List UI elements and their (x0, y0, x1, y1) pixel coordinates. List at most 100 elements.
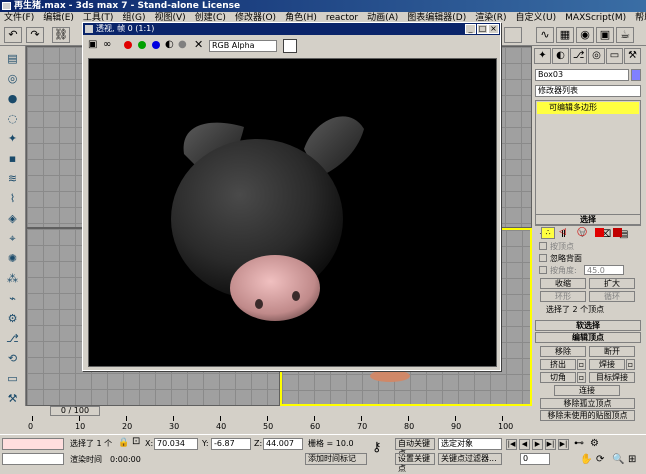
time-slider[interactable]: 0 / 100 (26, 406, 532, 416)
edit-vertices-rollout-header[interactable]: 编辑顶点 (535, 332, 641, 343)
weld-button[interactable]: 焊接 (589, 359, 625, 370)
object-name-field[interactable]: Box03 (535, 69, 629, 81)
maxscript-mini-listener[interactable] (2, 453, 64, 465)
edge-level-icon[interactable]: ◁ (559, 227, 566, 237)
mono-icon[interactable]: ● (178, 39, 187, 50)
redo-icon[interactable]: ↷ (26, 27, 44, 43)
previous-frame-icon[interactable]: ◀ (519, 439, 530, 450)
channel-dropdown[interactable]: RGB Alpha (209, 40, 277, 52)
selected-object-dropdown[interactable]: 选定对象 (438, 438, 502, 450)
spline-icon[interactable]: ≋ (4, 172, 21, 186)
hierarchy-tab-icon[interactable]: ⎇ (570, 48, 587, 64)
remove-button[interactable]: 移除 (540, 346, 586, 357)
remove-unused-map-verts-button[interactable]: 移除未使用的贴图顶点 (540, 410, 635, 421)
connect-button[interactable]: 连接 (554, 385, 620, 396)
soft-selection-rollout-header[interactable]: 软选择 (535, 320, 641, 331)
link-icon[interactable]: ⛓ (52, 27, 70, 43)
key-filters-button[interactable]: 关键点过滤器... (438, 453, 502, 465)
utilities-tab-icon[interactable]: ⚒ (624, 48, 641, 64)
clear-icon[interactable]: ✕ (194, 38, 203, 51)
alpha-channel-icon[interactable]: ◐ (165, 39, 174, 50)
motion-icon[interactable]: ⟲ (4, 352, 21, 366)
modifier-list-dropdown[interactable]: 修改器列表 (535, 85, 641, 97)
display-icon[interactable]: ▭ (4, 372, 21, 386)
absolute-mode-icon[interactable]: ⊡ (132, 437, 140, 447)
green-channel-icon[interactable] (138, 41, 146, 49)
maxscript-listener[interactable] (2, 438, 64, 450)
target-weld-button[interactable]: 目标焊接 (589, 372, 635, 383)
helper-icon[interactable]: ▪ (4, 152, 21, 166)
vertex-level-icon[interactable]: ∴ (541, 227, 555, 239)
hierarchy-icon[interactable]: ⎇ (4, 332, 21, 346)
menu-item[interactable]: 帮助(H) (635, 13, 646, 23)
object-color-swatch[interactable] (631, 69, 641, 81)
polygon-level-icon[interactable] (595, 228, 604, 237)
z-coordinate-field[interactable]: 44.007 (263, 438, 303, 450)
close-button[interactable]: × (488, 24, 499, 34)
pan-icon[interactable]: ✋ (580, 455, 592, 465)
ignore-backfacing-checkbox[interactable] (539, 254, 547, 262)
bone-icon[interactable]: ✦ (4, 132, 21, 146)
by-vertex-checkbox[interactable] (539, 242, 547, 250)
modifier-icon[interactable]: ✺ (4, 252, 21, 266)
clone-window-icon[interactable]: ∞ (103, 39, 111, 50)
camera-icon[interactable]: ⌖ (4, 232, 21, 246)
menu-item[interactable]: 自定义(U) (516, 13, 557, 23)
auto-key-button[interactable]: 自动关键点 (395, 438, 435, 458)
next-frame-icon[interactable]: ▶| (545, 439, 556, 450)
grow-button[interactable]: 扩大 (589, 278, 635, 289)
sphere-icon[interactable]: ● (4, 92, 21, 106)
modify-tab-icon[interactable]: ◐ (552, 48, 569, 64)
shrink-button[interactable]: 收缩 (540, 278, 586, 289)
maximize-viewport-icon[interactable]: ⊞ (628, 455, 636, 465)
cylinder-icon[interactable]: ◎ (4, 72, 21, 86)
angle-spinner[interactable]: 45.0 (584, 265, 624, 275)
light-icon[interactable]: ◈ (4, 212, 21, 226)
by-angle-checkbox[interactable] (539, 266, 547, 274)
extrude-button[interactable]: 挤出 (540, 359, 576, 370)
box-icon[interactable]: ▤ (4, 52, 21, 66)
key-mode-icon[interactable]: ⊷ (574, 439, 584, 449)
loop-button[interactable]: 循环 (589, 291, 635, 302)
stack-item-editable-poly[interactable]: 可编辑多边形 (537, 102, 639, 114)
x-coordinate-field[interactable]: 70.034 (154, 438, 198, 450)
current-frame-field[interactable]: 0 (520, 453, 550, 465)
set-key-button[interactable]: 设置关键点 (395, 453, 435, 473)
undo-icon[interactable]: ↶ (4, 27, 22, 43)
extrude-settings-button[interactable]: ▫ (577, 359, 586, 370)
border-level-icon[interactable]: ◯ (577, 227, 587, 237)
menu-item[interactable]: 编辑(E) (43, 13, 74, 23)
add-time-tag-button[interactable]: 添加时间标记 (305, 453, 367, 465)
lock-selection-icon[interactable]: 🔒 (118, 438, 129, 448)
time-config-icon[interactable]: ⚙ (590, 439, 599, 449)
color-swatch[interactable] (283, 39, 297, 53)
track-bar[interactable]: 0 10 20 30 40 50 60 70 80 90 100 (26, 416, 532, 434)
menu-item[interactable]: MAXScript(M) (565, 13, 626, 23)
motion-tab-icon[interactable]: ◎ (588, 48, 605, 64)
systems-icon[interactable]: ⚙ (4, 312, 21, 326)
remove-isolated-vertices-button[interactable]: 移除孤立顶点 (540, 398, 635, 409)
weld-settings-button[interactable]: ▫ (626, 359, 635, 370)
blue-channel-icon[interactable] (152, 41, 160, 49)
menu-item[interactable]: 文件(F) (4, 13, 34, 23)
ring-button[interactable]: 环形 (540, 291, 586, 302)
selection-rollout-header[interactable]: 选择 (535, 214, 641, 225)
shape-icon[interactable]: ⌇ (4, 192, 21, 206)
y-coordinate-field[interactable]: -6.87 (211, 438, 251, 450)
time-slider-thumb[interactable]: 0 / 100 (50, 406, 100, 416)
chamfer-settings-button[interactable]: ▫ (577, 372, 586, 383)
go-to-start-icon[interactable]: |◀ (506, 439, 517, 450)
create-tab-icon[interactable]: ✦ (534, 48, 551, 64)
key-icon[interactable]: ⚷ (372, 441, 382, 454)
schematic-icon[interactable]: ▦ (556, 27, 574, 43)
element-level-icon[interactable] (613, 228, 622, 237)
red-channel-icon[interactable] (124, 41, 132, 49)
torus-icon[interactable]: ◌ (4, 112, 21, 126)
chamfer-button[interactable]: 切角 (540, 372, 576, 383)
utilities-icon[interactable]: ⚒ (4, 392, 21, 406)
break-button[interactable]: 断开 (589, 346, 635, 357)
named-selection-dropdown[interactable] (504, 27, 522, 43)
save-image-icon[interactable]: ▣ (88, 39, 97, 50)
space-warp-icon[interactable]: ⌁ (4, 292, 21, 306)
display-tab-icon[interactable]: ▭ (606, 48, 623, 64)
